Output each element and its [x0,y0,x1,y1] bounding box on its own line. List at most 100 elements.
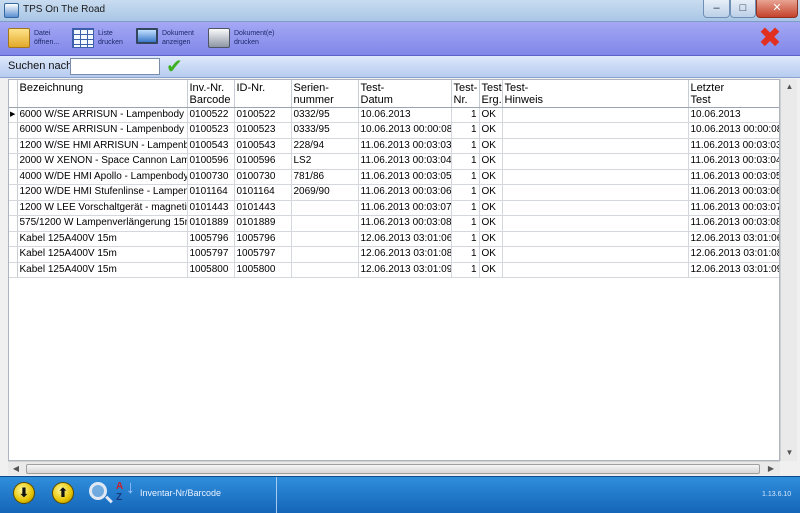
table-cell[interactable] [291,231,359,247]
horizontal-scrollbar[interactable]: ◀ ▶ [8,461,780,475]
table-cell[interactable]: 1 [451,107,480,123]
table-cell[interactable]: 575/1200 W Lampenverlängerung 15m / 5 [17,215,188,232]
horizontal-scroll-thumb[interactable] [26,464,760,474]
table-cell[interactable]: Kabel 125A400V 15m [17,262,188,278]
column-header-bezeichnung[interactable]: Bezeichnung [17,80,188,108]
table-cell[interactable] [291,200,359,216]
column-header-test-erg[interactable]: Test- Erg. [479,80,503,108]
table-cell[interactable]: 11.06.2013 00:03:08 [358,215,452,232]
table-cell[interactable] [502,107,689,123]
table-cell[interactable]: 0100523 [187,122,235,139]
table-cell[interactable]: 12.06.2013 03:01:09 [688,262,779,278]
scroll-right-icon[interactable]: ▶ [763,462,779,476]
column-header-test-nr[interactable]: Test- Nr. [451,80,480,108]
table-cell[interactable] [291,246,359,263]
table-cell[interactable] [502,231,689,247]
table-cell[interactable]: 1200 W/DE HMI Stufenlinse - Lampenboc [17,184,188,201]
column-header-letzter-test[interactable]: Letzter Test [688,80,779,108]
table-cell[interactable]: 0100730 [187,169,235,185]
table-cell[interactable]: 228/94 [291,138,359,154]
table-cell[interactable]: 11.06.2013 00:03:06 [358,184,452,201]
table-cell[interactable]: 4000 W/DE HMI Apollo - Lampenbody [17,169,188,185]
table-cell[interactable]: 10.06.2013 00:00:08 [688,122,779,139]
table-cell[interactable]: 1 [451,215,480,232]
table-cell[interactable]: OK [479,153,503,170]
table-cell[interactable]: 1005796 [234,231,292,247]
minimize-button[interactable]: – [703,0,730,18]
table-cell[interactable]: 10.06.2013 [688,107,779,123]
table-cell[interactable] [502,184,689,201]
table-cell[interactable]: 11.06.2013 00:03:07 [688,200,779,216]
table-cell[interactable]: OK [479,246,503,263]
table-cell[interactable]: 1 [451,231,480,247]
table-cell[interactable]: 0101164 [234,184,292,201]
table-cell[interactable]: Kabel 125A400V 15m [17,231,188,247]
table-cell[interactable]: 0100543 [187,138,235,154]
column-header-id-nr[interactable]: ID-Nr. [234,80,292,108]
table-row[interactable]: 4000 W/DE HMI Apollo - Lampenbody 0100730… [9,169,779,185]
table-cell[interactable]: OK [479,215,503,232]
table-cell[interactable]: OK [479,169,503,185]
table-cell[interactable]: 1200 W LEE Vorschaltgerät - magnetisch [17,200,188,216]
table-row[interactable]: 1200 W LEE Vorschaltgerät - magnetisch 01… [9,200,779,216]
table-cell[interactable]: 1005800 [187,262,235,278]
search-icon[interactable] [89,482,107,500]
table-cell[interactable]: 6000 W/SE ARRISUN - Lampenbody [17,122,188,139]
table-cell[interactable]: 11.06.2013 00:03:05 [688,169,779,185]
table-cell[interactable]: OK [479,107,503,123]
open-file-button[interactable]: Datei öffnen... [8,25,64,53]
show-document-button[interactable]: Dokument anzeigen [136,25,202,53]
table-cell[interactable]: 0332/95 [291,107,359,123]
table-cell[interactable]: 0101443 [234,200,292,216]
table-cell[interactable]: 0100522 [234,107,292,123]
table-cell[interactable]: 1005800 [234,262,292,278]
table-cell[interactable]: 2000 W XENON - Space Cannon Lampen [17,153,188,170]
table-cell[interactable]: 10.06.2013 [358,107,452,123]
table-cell[interactable]: 11.06.2013 00:03:03 [358,138,452,154]
table-cell[interactable]: 0101889 [234,215,292,232]
table-cell[interactable]: 1 [451,153,480,170]
table-cell[interactable]: 0333/95 [291,122,359,139]
table-cell[interactable]: 2069/90 [291,184,359,201]
search-input[interactable] [70,58,160,75]
print-list-button[interactable]: Liste drucken [72,25,126,53]
table-row[interactable]: ▶ 6000 W/SE ARRISUN - Lampenbody 0100522 01… [9,107,779,123]
scroll-left-icon[interactable]: ◀ [8,462,24,476]
table-cell[interactable]: OK [479,122,503,139]
table-cell[interactable]: 11.06.2013 00:03:04 [358,153,452,170]
table-cell[interactable]: Kabel 125A400V 15m [17,246,188,263]
table-cell[interactable]: 0100522 [187,107,235,123]
table-cell[interactable]: 0100596 [234,153,292,170]
table-cell[interactable]: 10.06.2013 00:00:08 [358,122,452,139]
table-cell[interactable] [502,246,689,263]
table-cell[interactable]: 1005797 [187,246,235,263]
table-row[interactable]: 1200 W/DE HMI Stufenlinse - Lampenboc 010… [9,184,779,201]
table-cell[interactable]: 12.06.2013 03:01:06 [688,231,779,247]
scroll-down-icon[interactable]: ▼ [781,445,798,461]
table-cell[interactable] [502,169,689,185]
table-cell[interactable]: 0101889 [187,215,235,232]
table-cell[interactable]: 0101164 [187,184,235,201]
table-cell[interactable]: OK [479,138,503,154]
table-cell[interactable] [502,262,689,278]
table-cell[interactable]: 1 [451,246,480,263]
table-cell[interactable]: 1 [451,122,480,139]
table-cell[interactable]: 0100596 [187,153,235,170]
table-cell[interactable]: 11.06.2013 00:03:06 [688,184,779,201]
table-cell[interactable]: 12.06.2013 03:01:09 [358,262,452,278]
table-row[interactable]: 6000 W/SE ARRISUN - Lampenbody 0100523 010… [9,122,779,139]
sort-az-icon[interactable]: A Z ↓ [116,478,136,506]
table-cell[interactable]: 6000 W/SE ARRISUN - Lampenbody [17,107,188,123]
move-down-icon[interactable]: ⬇ [13,482,35,504]
sort-field-label[interactable]: Inventar-Nr/Barcode [140,488,221,498]
table-cell[interactable]: 11.06.2013 00:03:04 [688,153,779,170]
table-row[interactable]: 575/1200 W Lampenverlängerung 15m / 5010… [9,215,779,232]
vertical-scrollbar[interactable]: ▲ ▼ [780,79,797,461]
table-row[interactable]: Kabel 125A400V 15m 1005796 1005796 12.06.20… [9,231,779,247]
table-cell[interactable] [291,262,359,278]
table-cell[interactable]: 12.06.2013 03:01:08 [688,246,779,263]
column-header-test-hinweis[interactable]: Test- Hinweis [502,80,689,108]
table-cell[interactable]: 0100730 [234,169,292,185]
close-app-icon[interactable]: ✖ [758,24,782,52]
table-cell[interactable]: 1005796 [187,231,235,247]
